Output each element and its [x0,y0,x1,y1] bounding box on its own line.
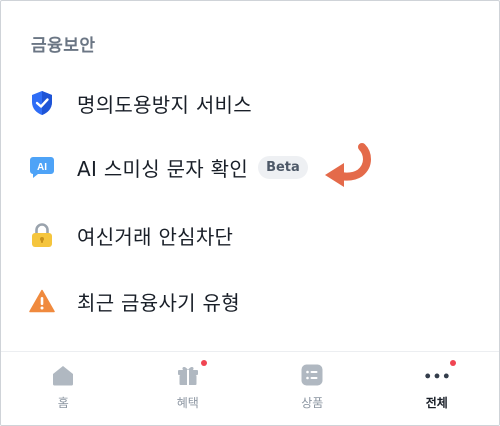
products-icon [299,362,325,388]
tab-all[interactable]: 전체 [375,352,500,425]
beta-badge: Beta [258,155,308,179]
shield-icon [29,90,55,116]
tab-label: 전체 [425,396,448,410]
tab-benefits[interactable]: 혜택 [126,352,251,425]
section-title: 금융보안 [31,36,96,56]
menu-item-label: AI 스미싱 문자 확인 [77,156,249,181]
menu-item-label: 명의도용방지 서비스 [77,92,252,117]
pointer-arrow-icon [324,143,371,187]
menu-item-identity-theft-protection[interactable]: 명의도용방지 서비스 [29,83,469,123]
home-icon [50,362,76,388]
menu-item-ai-smishing-check[interactable]: AI AI 스미싱 문자 확인 Beta [29,143,469,187]
menu-item-credit-transaction-block[interactable]: 여신거래 안심차단 [29,215,469,255]
menu-item-recent-fraud-types[interactable]: 최근 금융사기 유형 [29,281,469,321]
bottom-tab-bar: 홈 혜택 상품 전체 [1,351,499,425]
ai-icon-text: AI [37,162,47,173]
tab-label: 혜택 [176,396,199,410]
notification-dot [449,360,456,366]
tab-home[interactable]: 홈 [1,352,126,425]
screen: 금융보안 명의도용방지 서비스 AI AI 스미싱 문자 확인 Beta 여신거… [0,0,500,426]
menu-item-label: 여신거래 안심차단 [77,224,234,249]
menu-item-label: 최근 금융사기 유형 [77,290,240,315]
gift-icon [175,360,207,388]
tab-products[interactable]: 상품 [250,352,375,425]
notification-dot [200,360,207,366]
more-icon [424,360,456,388]
warning-icon [29,288,55,314]
lock-icon [29,222,55,248]
ai-chat-icon: AI [29,154,55,180]
tab-label: 홈 [57,396,69,410]
tab-label: 상품 [301,396,324,410]
